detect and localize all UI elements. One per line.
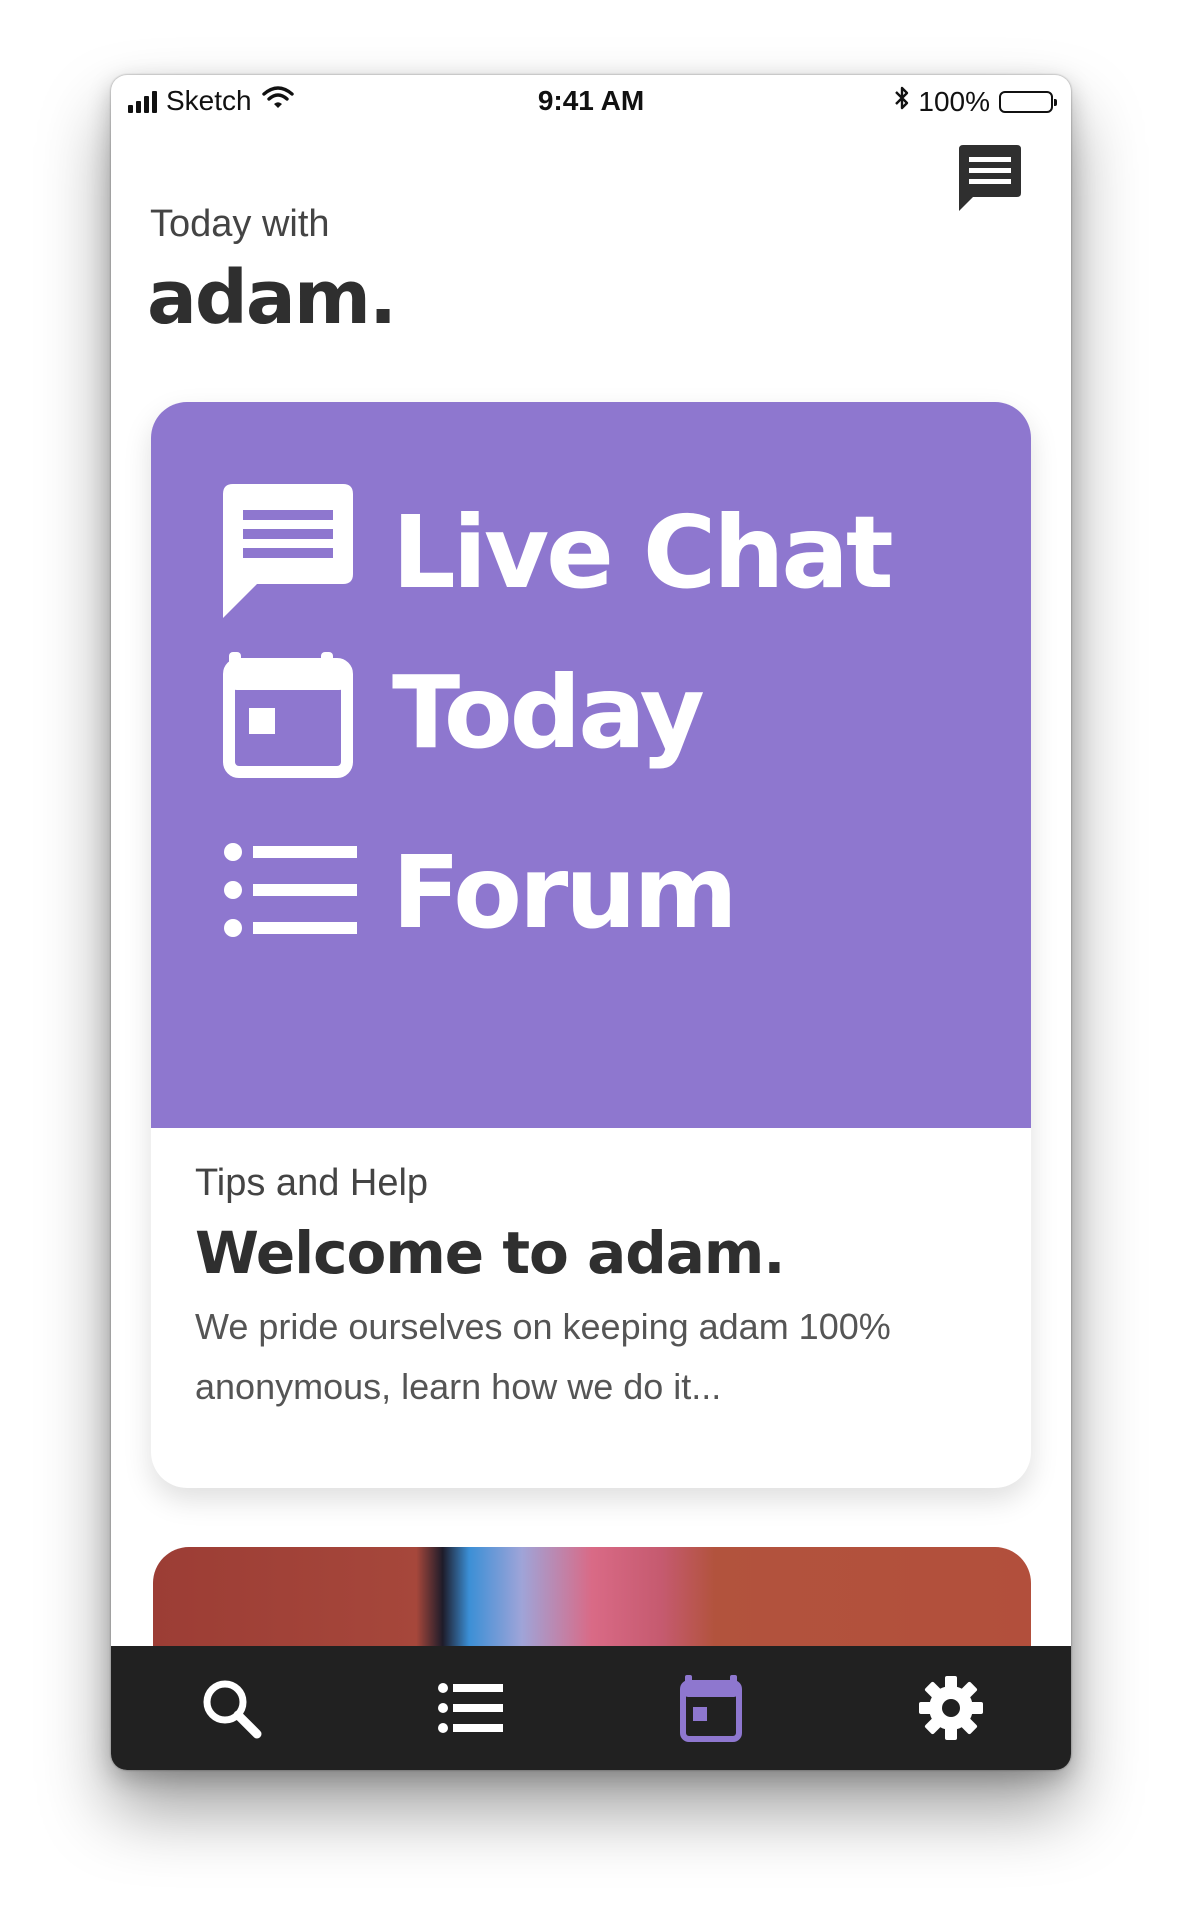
search-icon	[203, 1680, 262, 1739]
status-bar: Sketch 9:41 AM 100%	[111, 75, 1071, 125]
menu-item-live-chat[interactable]: Live Chat	[217, 482, 894, 622]
calendar-icon	[223, 652, 353, 778]
phone-screen: Sketch 9:41 AM 100% Today with adam. Liv…	[111, 75, 1071, 1770]
tab-bar	[111, 1646, 1071, 1770]
tab-forum[interactable]	[421, 1658, 521, 1758]
tab-settings[interactable]	[901, 1658, 1001, 1758]
menu-item-forum[interactable]: Forum	[217, 822, 738, 962]
tab-search[interactable]	[181, 1658, 281, 1758]
card-description: We pride ourselves on keeping adam 100% …	[195, 1306, 891, 1407]
chat-icon	[959, 145, 1021, 211]
bluetooth-icon	[894, 85, 910, 118]
battery-icon	[999, 90, 1057, 113]
battery-percent: 100%	[918, 85, 990, 117]
chat-button[interactable]	[953, 141, 1025, 213]
menu-item-label: Forum	[392, 833, 738, 951]
card-body: Tips and Help Welcome to adam. We pride …	[195, 1162, 995, 1417]
status-right: 100%	[894, 85, 1057, 118]
brand-logo: adam.	[147, 255, 397, 341]
page-subtitle: Today with	[150, 203, 330, 245]
card-category: Tips and Help	[195, 1162, 429, 1204]
list-icon	[438, 1683, 503, 1733]
feature-card[interactable]: Live Chat Today Forum Tips and Help Welc…	[151, 402, 1031, 1488]
tab-today[interactable]	[661, 1658, 761, 1758]
card-hero: Live Chat Today Forum	[151, 402, 1031, 1128]
menu-item-label: Today	[392, 653, 705, 771]
card-title: Welcome to adam.	[195, 1219, 785, 1287]
menu-item-label: Live Chat	[392, 493, 894, 611]
gear-icon	[919, 1676, 983, 1740]
menu-item-today[interactable]: Today	[217, 642, 705, 782]
calendar-icon	[680, 1675, 742, 1742]
chat-icon	[223, 484, 353, 618]
list-icon	[224, 843, 357, 937]
